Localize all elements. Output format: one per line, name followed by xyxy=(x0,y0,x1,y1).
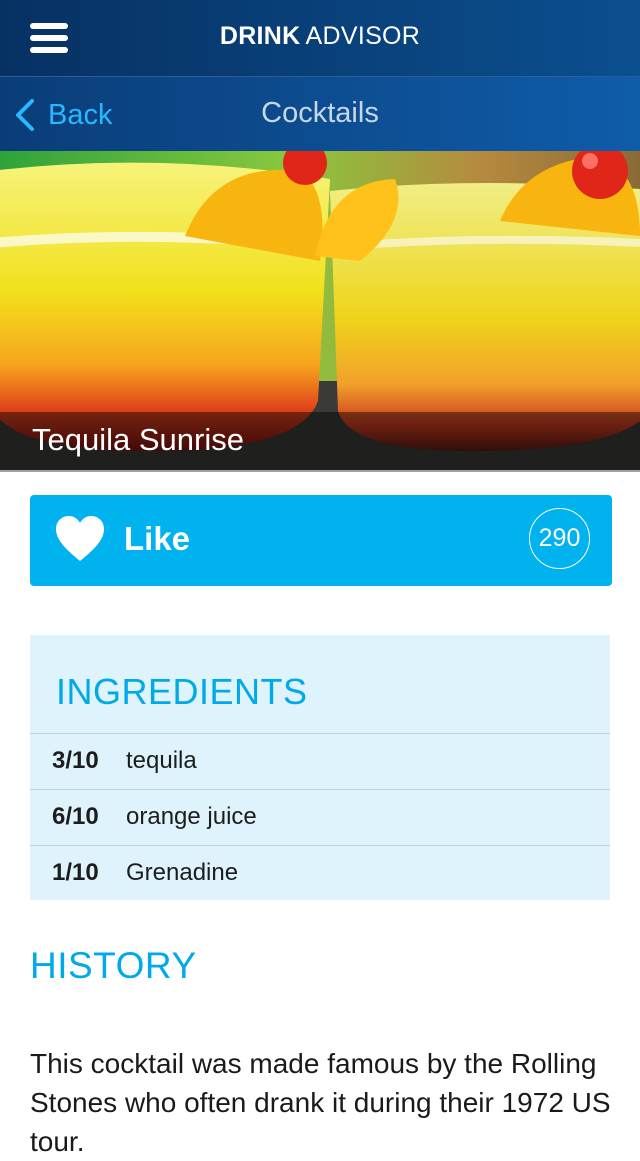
ingredient-row: 1/10 Grenadine xyxy=(30,845,610,902)
drink-caption-bar: Tequila Sunrise xyxy=(0,412,640,470)
ingredient-name: Grenadine xyxy=(126,859,239,886)
ingredient-row: 3/10 tequila xyxy=(30,733,610,790)
page-title: Cocktails xyxy=(261,97,379,129)
brand-logo: DRINK ADVISOR xyxy=(0,22,640,51)
history-title: HISTORY xyxy=(30,945,197,986)
ingredients-title: INGREDIENTS xyxy=(56,671,308,712)
like-label: Like xyxy=(124,520,191,557)
like-button[interactable]: Like 290 xyxy=(30,495,612,586)
drink-photo: Tequila Sunrise xyxy=(0,151,640,470)
top-bar: DRINK ADVISOR xyxy=(0,0,640,77)
ingredient-name: tequila xyxy=(126,747,197,774)
ingredient-amount: 6/10 xyxy=(52,803,99,830)
brand-regular: ADVISOR xyxy=(305,22,421,50)
heart-icon xyxy=(56,516,104,561)
brand-bold: DRINK xyxy=(219,22,301,50)
ingredient-name: orange juice xyxy=(126,803,257,830)
drink-name: Tequila Sunrise xyxy=(32,422,244,457)
ingredient-amount: 1/10 xyxy=(52,859,99,886)
ingredient-amount: 3/10 xyxy=(52,747,99,774)
history-text: This cocktail was made famous by the Rol… xyxy=(30,1048,611,1157)
divider xyxy=(0,470,640,472)
ingredient-row: 6/10 orange juice xyxy=(30,789,610,846)
like-count-badge: 290 xyxy=(529,508,590,569)
navigation-bar: Back Cocktails xyxy=(0,77,640,151)
ingredients-panel: INGREDIENTS 3/10 tequila 6/10 orange jui… xyxy=(30,635,610,900)
